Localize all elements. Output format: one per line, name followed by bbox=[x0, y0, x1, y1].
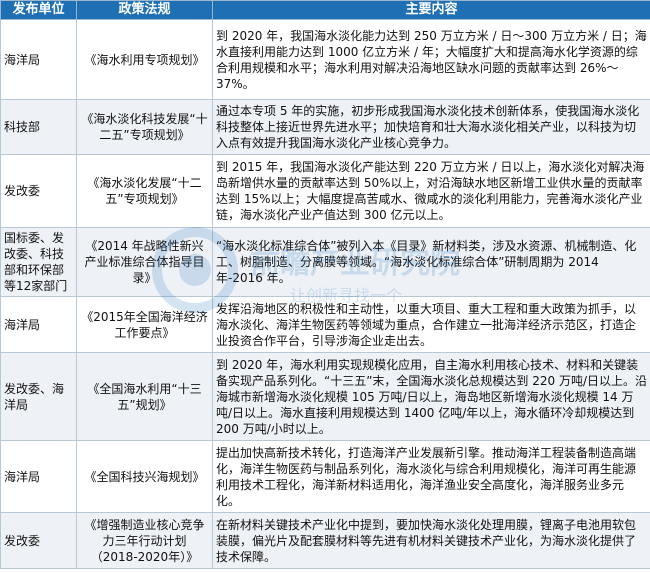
table-row: 国标委、发改委、科技部和环保部等12家部门 《2014 年战略性新兴产业标准综合… bbox=[0, 227, 650, 297]
row-content: 提出加快高新技术转化，打造海洋产业发展新引擎。推动海洋工程装备制造高端化，海洋生… bbox=[212, 440, 650, 513]
row-policy: 《全国海水利用“十三五”规划》 bbox=[76, 352, 213, 441]
row-content: “海水淡化标准综合体”被列入本《目录》新材料类，涉及水资源、机械制造、化工、树脂… bbox=[212, 227, 650, 297]
row-unit: 发改委 bbox=[0, 512, 77, 569]
row-content: 在新材料关键技术产业化中提到，要加快海水淡化处理用膜，锂离子电池用软包装膜，偏光… bbox=[212, 512, 650, 569]
table-row: 海洋局 《海水利用专项规划》 到 2020 年，我国海水淡化能力达到 250 万… bbox=[0, 19, 650, 100]
row-unit: 海洋局 bbox=[0, 19, 77, 100]
header-policy: 政策法规 bbox=[76, 0, 213, 20]
row-policy: 《海水淡化科技发展“十二五”专项规划》 bbox=[76, 99, 213, 155]
row-content: 发挥沿海地区的积极性和主动性，以重大项目、重大工程和重大政策为抓手，以海水淡化、… bbox=[212, 296, 650, 353]
row-unit: 科技部 bbox=[0, 99, 77, 155]
table-row: 科技部 《海水淡化科技发展“十二五”专项规划》 通过本专项 5 年的实施，初步形… bbox=[0, 99, 650, 155]
table-row: 发改委 《增强制造业核心竞争力三年行动计划（2018-2020年）》 在新材料关… bbox=[0, 512, 650, 569]
header-row: 发布单位 政策法规 主要内容 bbox=[0, 0, 650, 20]
row-unit: 海洋局 bbox=[0, 296, 77, 353]
table-row: 海洋局 《全国科技兴海规划》 提出加快高新技术转化，打造海洋产业发展新引擎。推动… bbox=[0, 440, 650, 513]
row-unit: 国标委、发改委、科技部和环保部等12家部门 bbox=[0, 227, 77, 297]
row-policy: 《全国科技兴海规划》 bbox=[76, 440, 213, 513]
table-row: 海洋局 《2015年全国海洋经济工作要点》 发挥沿海地区的积极性和主动性，以重大… bbox=[0, 296, 650, 353]
row-policy: 《海水利用专项规划》 bbox=[76, 19, 213, 100]
header-unit: 发布单位 bbox=[0, 0, 77, 20]
row-policy: 《2015年全国海洋经济工作要点》 bbox=[76, 296, 213, 353]
table-row: 发改委 《海水淡化发展“十二五”专项规划》 到 2015 年，我国海水淡化产能达… bbox=[0, 154, 650, 228]
row-unit: 发改委 bbox=[0, 154, 77, 228]
row-content: 到 2015 年，我国海水淡化产能达到 220 万立方米 / 日以上，海水淡化对… bbox=[212, 154, 650, 228]
policy-table: 发布单位 政策法规 主要内容 海洋局 《海水利用专项规划》 到 2020 年，我… bbox=[0, 0, 650, 569]
row-content: 通过本专项 5 年的实施，初步形成我国海水淡化技术创新体系，使我国海水淡化科技整… bbox=[212, 99, 650, 155]
row-policy: 《2014 年战略性新兴产业标准综合体指导目录》 bbox=[76, 227, 213, 297]
row-unit: 海洋局 bbox=[0, 440, 77, 513]
row-content: 到 2020 年，我国海水淡化能力达到 250 万立方米 / 日～300 万立方… bbox=[212, 19, 650, 100]
row-policy: 《增强制造业核心竞争力三年行动计划（2018-2020年）》 bbox=[76, 512, 213, 569]
table-row: 发改委、海洋局 《全国海水利用“十三五”规划》 到 2020 年，海水利用实现规… bbox=[0, 352, 650, 441]
row-content: 到 2020 年，海水利用实现规模化应用，自主海水利用核心技术、材料和关键装备实… bbox=[212, 352, 650, 441]
header-content: 主要内容 bbox=[212, 0, 650, 20]
row-policy: 《海水淡化发展“十二五”专项规划》 bbox=[76, 154, 213, 228]
row-unit: 发改委、海洋局 bbox=[0, 352, 77, 441]
